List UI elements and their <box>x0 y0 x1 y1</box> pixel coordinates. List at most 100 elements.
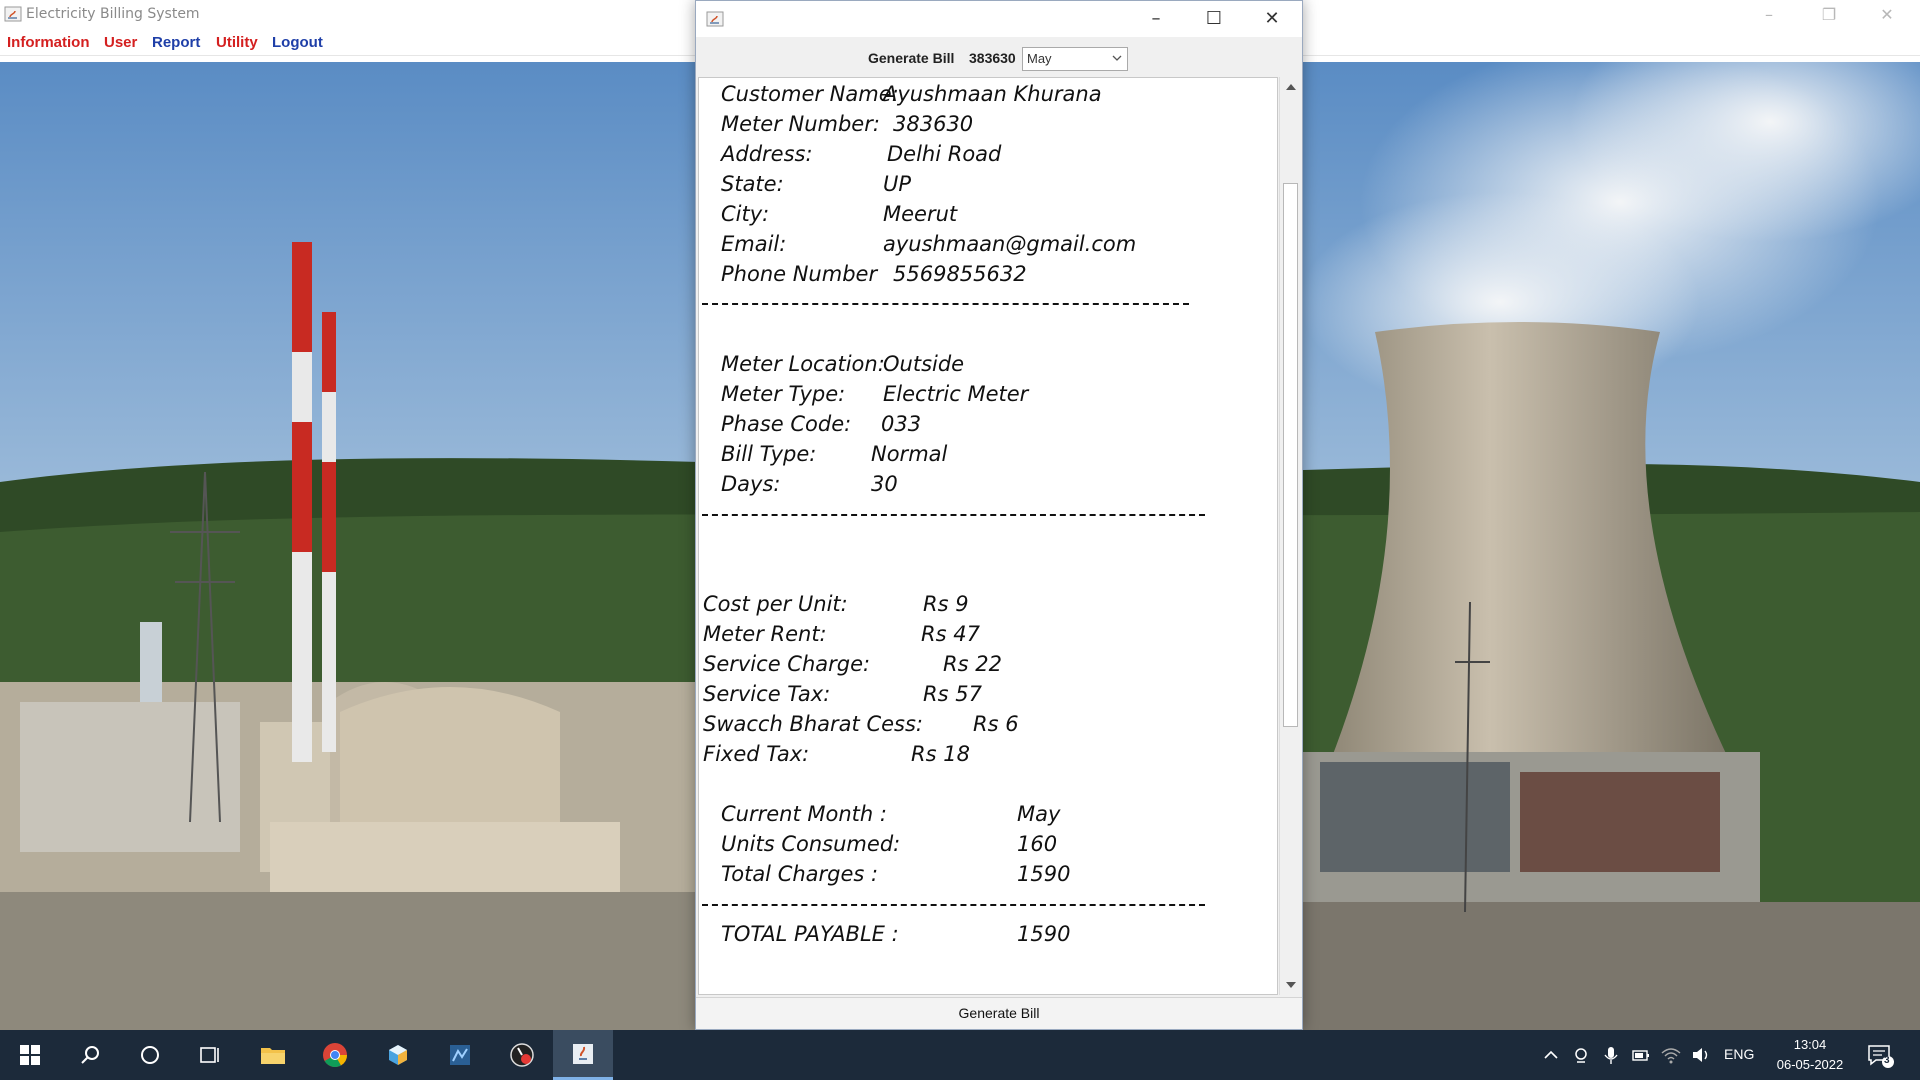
clock-date[interactable]: 06-05-2022 <box>1765 1057 1855 1072</box>
customer-name-value: Ayushmaan Khurana <box>883 82 1102 106</box>
cortana-button[interactable] <box>120 1030 180 1080</box>
service-charge-label: Service Charge: <box>703 652 871 676</box>
app-button-recorder[interactable] <box>492 1030 552 1080</box>
address-value: Delhi Road <box>887 142 1002 166</box>
current-month-label: Current Month : <box>721 802 887 826</box>
fixed-tax-value: Rs 18 <box>911 742 970 766</box>
task-view-button[interactable] <box>180 1030 240 1080</box>
fixed-tax-label: Fixed Tax: <box>703 742 810 766</box>
scroll-down-arrow-icon[interactable] <box>1285 980 1297 990</box>
meter-rent-label: Meter Rent: <box>703 622 827 646</box>
days-label: Days: <box>721 472 781 496</box>
scrollbar-thumb[interactable] <box>1283 183 1298 727</box>
phone-label: Phone Number <box>721 262 878 286</box>
cube-app-icon <box>389 1045 407 1065</box>
netbeans-icon <box>450 1045 470 1065</box>
battery-icon[interactable] <box>1630 1044 1652 1066</box>
bill-close-button[interactable]: ✕ <box>1243 1 1301 37</box>
menu-report[interactable]: Report <box>152 34 200 51</box>
bill-minimize-button[interactable]: – <box>1127 1 1185 37</box>
menu-utility[interactable]: Utility <box>216 34 258 51</box>
meter-location-label: Meter Location: <box>721 352 885 376</box>
chevron-down-icon <box>1112 55 1122 61</box>
menu-information[interactable]: Information <box>7 34 90 51</box>
main-window-title: Electricity Billing System <box>26 6 200 22</box>
menu-user[interactable]: User <box>104 34 137 51</box>
search-icon <box>81 1046 99 1064</box>
meter-type-label: Meter Type: <box>721 382 846 406</box>
month-dropdown-value: May <box>1027 51 1052 66</box>
start-button[interactable] <box>0 1030 60 1080</box>
month-dropdown[interactable]: May <box>1022 47 1128 71</box>
total-charges-value: 1590 <box>1017 862 1071 886</box>
scroll-up-arrow-icon[interactable] <box>1285 82 1297 92</box>
separator-line <box>702 904 1205 906</box>
microphone-icon[interactable] <box>1600 1044 1622 1066</box>
bill-maximize-button[interactable]: ☐ <box>1185 1 1243 37</box>
folder-icon <box>261 1048 285 1064</box>
generate-bill-window: – ☐ ✕ Generate Bill 383630 May Customer … <box>695 0 1303 1030</box>
notification-icon <box>1868 1045 1894 1068</box>
bill-type-label: Bill Type: <box>721 442 817 466</box>
units-consumed-value: 160 <box>1017 832 1058 856</box>
separator-line <box>702 514 1205 516</box>
address-label: Address: <box>721 142 813 166</box>
state-label: State: <box>721 172 784 196</box>
app-button-java[interactable] <box>553 1030 613 1080</box>
current-month-value: May <box>1017 802 1061 826</box>
screen-recorder-icon <box>510 1043 534 1067</box>
java-coffee-icon <box>573 1043 593 1064</box>
bill-type-value: Normal <box>871 442 948 466</box>
webcam-icon[interactable] <box>1570 1044 1592 1066</box>
email-label: Email: <box>721 232 787 256</box>
meter-rent-value: Rs 47 <box>921 622 980 646</box>
phase-code-label: Phase Code: <box>721 412 852 436</box>
customer-name-label: Customer Name: <box>721 82 899 106</box>
meter-type-value: Electric Meter <box>883 382 1029 406</box>
separator-line <box>702 303 1189 305</box>
phone-value: 5569855632 <box>893 262 1027 286</box>
meter-number-row-label: Meter Number: <box>721 112 880 136</box>
app-button-netbeans[interactable] <box>430 1030 490 1080</box>
main-restore-button[interactable]: ❐ <box>1806 0 1852 30</box>
notification-center-button[interactable]: 3 <box>1866 1042 1896 1070</box>
meter-number-label: 383630 <box>969 50 1016 66</box>
cost-per-unit-value: Rs 9 <box>923 592 969 616</box>
service-tax-label: Service Tax: <box>703 682 831 706</box>
volume-icon[interactable] <box>1690 1044 1712 1066</box>
days-value: 30 <box>871 472 898 496</box>
menu-logout[interactable]: Logout <box>272 34 323 51</box>
vertical-scrollbar[interactable] <box>1279 77 1300 995</box>
java-app-icon <box>706 11 724 27</box>
phase-code-value: 033 <box>881 412 922 436</box>
service-tax-value: Rs 57 <box>923 682 982 706</box>
total-payable-value: 1590 <box>1017 922 1071 946</box>
bill-header: Generate Bill 383630 May <box>696 37 1302 77</box>
total-charges-label: Total Charges : <box>721 862 879 886</box>
notification-count-badge: 3 <box>1884 1055 1890 1066</box>
java-app-icon <box>4 6 22 22</box>
email-value: ayushmaan@gmail.com <box>883 232 1137 256</box>
chrome-icon <box>323 1043 347 1068</box>
file-explorer-button[interactable] <box>243 1030 303 1080</box>
meter-location-value: Outside <box>883 352 965 376</box>
taskbar: ENG 13:04 06-05-2022 3 <box>0 1030 1920 1080</box>
app-button-cube[interactable] <box>368 1030 428 1080</box>
city-label: City: <box>721 202 770 226</box>
search-button[interactable] <box>60 1030 120 1080</box>
total-payable-label: TOTAL PAYABLE : <box>721 922 899 946</box>
cortana-circle-icon <box>141 1046 159 1064</box>
windows-logo-icon <box>20 1045 40 1065</box>
generate-bill-button[interactable]: Generate Bill <box>696 997 1302 1029</box>
bill-text-area[interactable]: Customer Name: Ayushmaan Khurana Meter N… <box>698 77 1278 995</box>
chevron-up-icon[interactable] <box>1540 1044 1562 1066</box>
meter-number-value: 383630 <box>893 112 974 136</box>
main-close-button[interactable]: ✕ <box>1864 0 1910 30</box>
wifi-icon[interactable] <box>1660 1044 1682 1066</box>
language-indicator[interactable]: ENG <box>1724 1046 1754 1062</box>
main-minimize-button[interactable]: – <box>1746 0 1792 30</box>
clock-time[interactable]: 13:04 <box>1770 1037 1850 1052</box>
chrome-button[interactable] <box>305 1030 365 1080</box>
units-consumed-label: Units Consumed: <box>721 832 901 856</box>
service-charge-value: Rs 22 <box>943 652 1002 676</box>
